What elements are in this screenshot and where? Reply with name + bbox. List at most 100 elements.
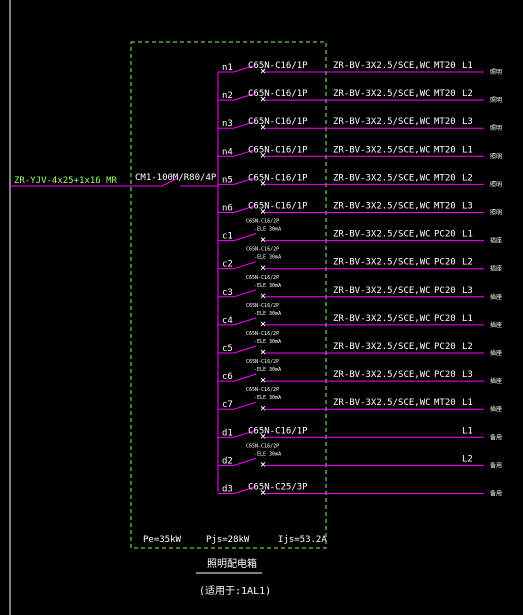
circuit-row: n3 C65N-C16/1P ZR-BV-3X2.5/SCE,WC MT20 L3照明 [218,117,502,132]
breaker-blade [233,261,257,270]
circuit-use-label: 插座 [490,237,502,245]
conduit-label: MT20 [434,202,456,212]
conduit-label: MT20 [434,398,456,408]
cable-label: ZR-BV-3X2.5/SCE,WC [333,314,431,324]
incoming-feeder: ZR-YJV-4x25+1x16 MR CM1-100M/R80/4P [10,173,218,187]
rcd-label: -ELE 30mA [254,283,281,289]
breaker-blade [233,345,257,354]
cable-label: ZR-BV-3X2.5/SCE,WC [333,258,431,268]
circuit-group: n1 C65N-C16/1P ZR-BV-3X2.5/SCE,WC MT20 L1照明n… [218,61,502,498]
phase-label: L1 [462,61,473,71]
breaker-label: C65N-C16/2P [246,219,279,225]
conduit-label: PC20 [434,258,456,268]
phase-label: L3 [462,202,473,212]
breaker-label: C65N-C16/1P [248,89,308,99]
cable-label: ZR-BV-3X2.5/SCE,WC [333,370,431,380]
panel-title: 照明配电箱 [207,557,257,570]
phase-label: L3 [462,117,473,127]
circuit-row: d2C65N-C16/2P-ELE 30mA L2备用 [218,443,502,469]
breaker-label: C65N-C16/2P [246,331,279,337]
breaker-blade [233,289,257,298]
breaker-blade [233,457,257,466]
cable-label: ZR-BV-3X2.5/SCE,WC [333,89,431,99]
phase-label: L1 [462,398,473,408]
circuit-row: n6 C65N-C16/1P ZR-BV-3X2.5/SCE,WC MT20 L3照明 [218,202,502,217]
cable-label: ZR-BV-3X2.5/SCE,WC [333,61,431,71]
breaker-label: C65N-C16/1P [248,117,308,127]
breaker-label: C65N-C16/1P [248,202,308,212]
circuit-row: n2 C65N-C16/1P ZR-BV-3X2.5/SCE,WC MT20 L2照明 [218,89,502,104]
circuit-row: c1C65N-C16/2P-ELE 30mA ZR-BV-3X2.5/SCE,WC… [218,219,502,245]
phase-label: L2 [462,342,473,352]
circuit-use-label: 照明 [490,153,502,160]
breaker-label: C65N-C16/2P [246,443,279,449]
circuit-use-label: 照明 [490,69,502,76]
cable-label: ZR-BV-3X2.5/SCE,WC [333,286,431,296]
pe-label: Pe=35kW [143,535,182,545]
phase-label: L2 [462,258,473,268]
breaker-label: C65N-C16/1P [248,173,308,183]
phase-label: L2 [462,89,473,99]
breaker-label: C65N-C16/2P [246,275,279,281]
rcd-label: -ELE 30mA [254,339,281,345]
conduit-label: MT20 [434,173,456,183]
phase-label: L3 [462,286,473,296]
conduit-label: PC20 [434,286,456,296]
circuit-row: c5C65N-C16/2P-ELE 30mA ZR-BV-3X2.5/SCE,WC… [218,331,502,357]
rcd-label: -ELE 30mA [254,227,281,233]
breaker-blade [233,373,257,382]
circuit-row: c2C65N-C16/2P-ELE 30mA ZR-BV-3X2.5/SCE,WC… [218,247,502,273]
circuit-use-label: 插座 [490,293,502,301]
breaker-blade [233,317,257,326]
cable-label: ZR-BV-3X2.5/SCE,WC [333,230,431,240]
circuit-use-label: 插座 [490,321,502,329]
rcd-label: -ELE 30mA [254,311,281,317]
main-breaker-label: CM1-100M/R80/4P [135,173,217,183]
phase-label: L2 [462,173,473,183]
conduit-label: MT20 [434,61,456,71]
circuit-row: c6C65N-C16/2P-ELE 30mA ZR-BV-3X2.5/SCE,WC… [218,359,502,385]
conduit-label: MT20 [434,145,456,155]
breaker-label: C65N-C16/2P [246,247,279,253]
phase-label: L1 [462,145,473,155]
circuit-row: n1 C65N-C16/1P ZR-BV-3X2.5/SCE,WC MT20 L1照明 [218,61,502,76]
circuit-use-label: 插座 [490,405,502,413]
circuit-row: d1 C65N-C16/1P L1备用 [218,426,502,441]
breaker-label: C65N-C16/1P [248,145,308,155]
rcd-label: -ELE 30mA [254,255,281,261]
breaker-blade [233,233,257,242]
circuit-use-label: 插座 [490,265,502,273]
cable-label: ZR-BV-3X2.5/SCE,WC [333,202,431,212]
cable-label: ZR-BV-3X2.5/SCE,WC [333,398,431,408]
rcd-label: -ELE 30mA [254,451,281,457]
circuit-row: d3 C65N-C25/3P备用 [218,483,502,498]
phase-label: L1 [462,426,473,436]
circuit-use-label: 照明 [490,181,502,188]
circuit-row: c7C65N-C16/2P-ELE 30mA ZR-BV-3X2.5/SCE,WC… [218,387,502,413]
incoming-cable-label: ZR-YJV-4x25+1x16 MR [14,176,118,186]
conduit-label: PC20 [434,314,456,324]
conduit-label: MT20 [434,117,456,127]
circuit-row: n5 C65N-C16/1P ZR-BV-3X2.5/SCE,WC MT20 L2照明 [218,173,502,188]
cable-label: ZR-BV-3X2.5/SCE,WC [333,145,431,155]
circuit-use-label: 备用 [490,490,502,498]
phase-label: L3 [462,370,473,380]
phase-label: L1 [462,314,473,324]
cable-label: ZR-BV-3X2.5/SCE,WC [333,117,431,127]
panel-subtitle: (适用于:1AL1) [199,585,271,597]
conduit-label: PC20 [434,370,456,380]
circuit-use-label: 备用 [490,433,502,441]
circuit-use-label: 照明 [490,210,502,217]
breaker-label: C65N-C16/1P [248,426,308,436]
pjs-label: Pjs=28kW [206,535,250,545]
cable-label: ZR-BV-3X2.5/SCE,WC [333,342,431,352]
breaker-label: C65N-C25/3P [248,483,308,493]
cable-label: ZR-BV-3X2.5/SCE,WC [333,173,431,183]
phase-label: L2 [462,454,473,464]
breaker-label: C65N-C16/2P [246,303,279,309]
circuit-use-label: 插座 [490,377,502,385]
ijs-label: Ijs=53.2A [278,535,327,545]
phase-label: L1 [462,230,473,240]
conduit-label: PC20 [434,230,456,240]
circuit-row: c4C65N-C16/2P-ELE 30mA ZR-BV-3X2.5/SCE,WC… [218,303,502,329]
